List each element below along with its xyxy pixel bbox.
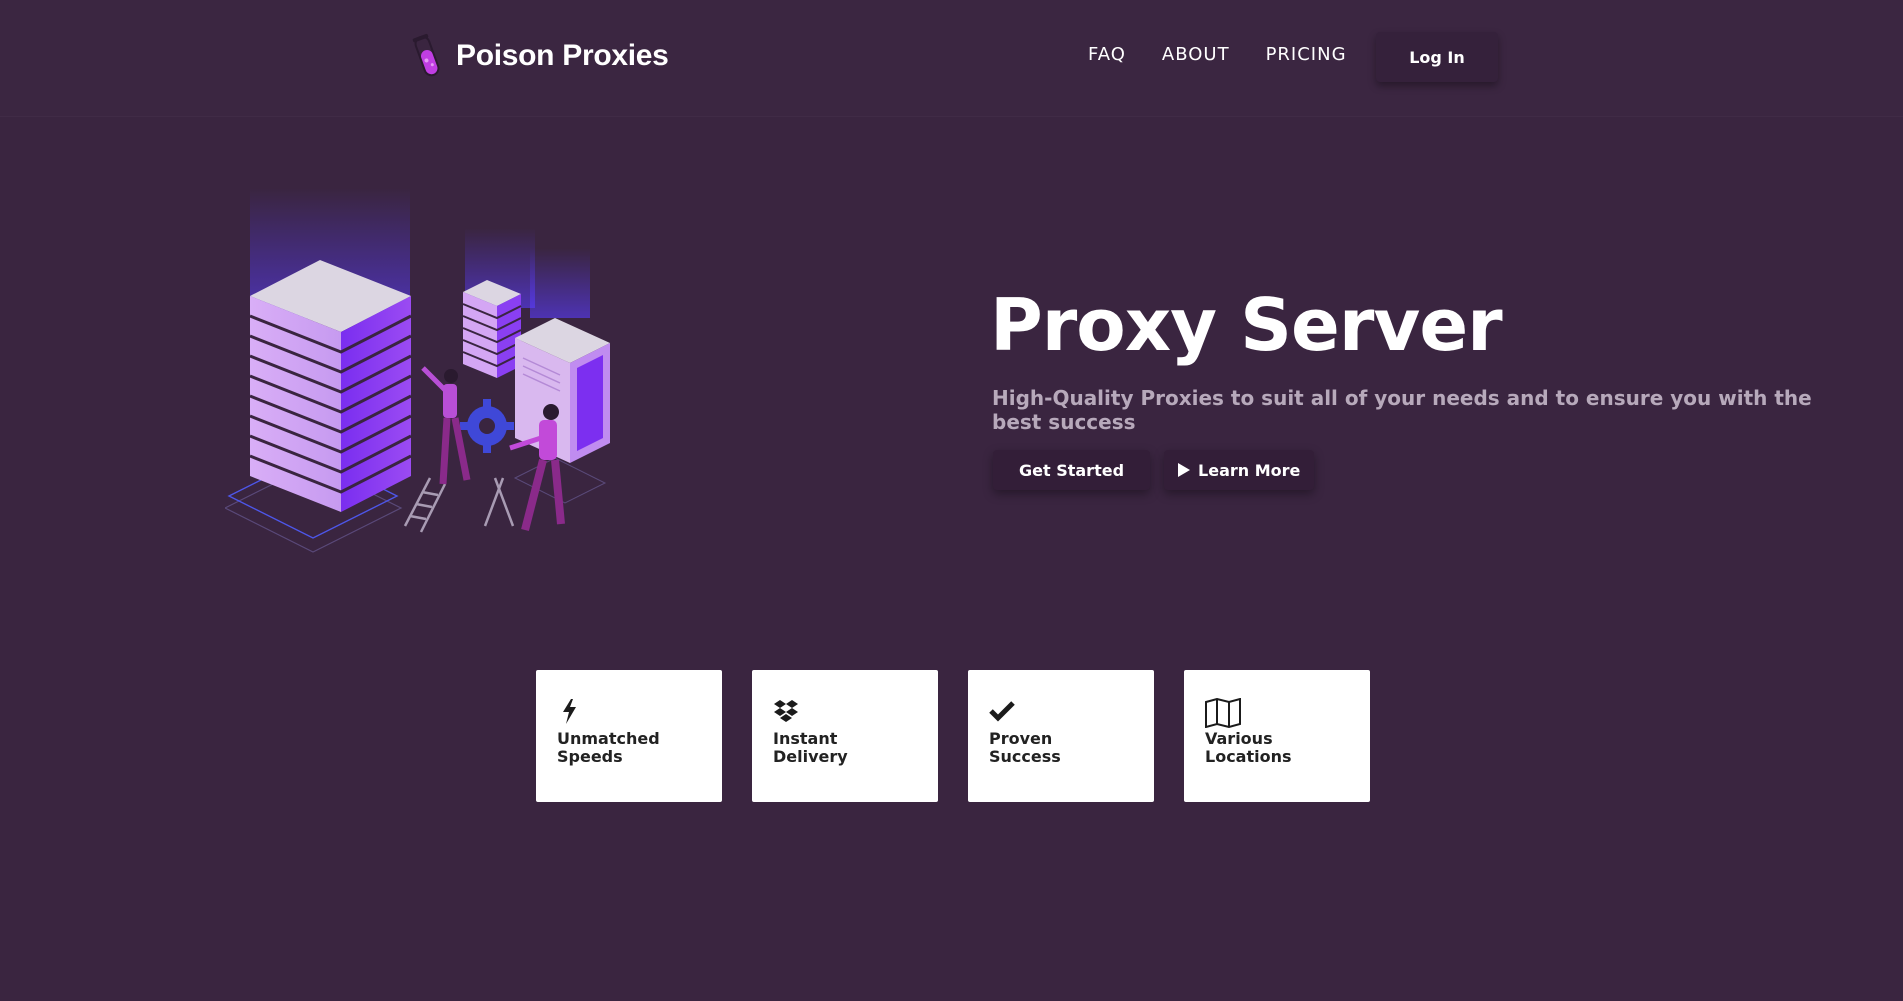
feature-label: Unmatched Speeds — [557, 729, 660, 766]
learn-more-button[interactable]: Learn More — [1164, 450, 1315, 490]
learn-more-label: Learn More — [1198, 460, 1301, 480]
landing-page: Poison Proxies FAQ ABOUT PRICING Log In — [0, 0, 1903, 1001]
server-racks-illustration — [225, 188, 610, 553]
test-tube-icon — [412, 33, 440, 77]
map-icon — [1205, 698, 1241, 728]
dropbox-icon — [774, 700, 798, 722]
play-icon — [1178, 463, 1191, 477]
feature-card-success: Proven Success — [968, 670, 1154, 802]
feature-card-locations: Various Locations — [1184, 670, 1370, 802]
brand-link[interactable]: Poison Proxies — [410, 32, 669, 80]
hero-subtitle: High-Quality Proxies to suit all of your… — [992, 386, 1812, 434]
nav-link-faq[interactable]: FAQ — [1088, 44, 1126, 65]
get-started-button[interactable]: Get Started — [993, 450, 1151, 490]
check-icon — [989, 701, 1015, 722]
top-navbar: Poison Proxies FAQ ABOUT PRICING Log In — [0, 0, 1903, 116]
login-button[interactable]: Log In — [1376, 32, 1498, 82]
nav-links: FAQ ABOUT PRICING — [1088, 44, 1383, 65]
feature-label: Various Locations — [1205, 729, 1292, 766]
brand-name: Poison Proxies — [456, 39, 669, 72]
nav-link-about[interactable]: ABOUT — [1162, 44, 1230, 65]
feature-label: Proven Success — [989, 729, 1061, 766]
feature-card-speeds: Unmatched Speeds — [536, 670, 722, 802]
features-row: Unmatched Speeds Instant Delivery Proven… — [536, 670, 1370, 802]
bolt-icon — [563, 699, 576, 724]
nav-link-pricing[interactable]: PRICING — [1266, 44, 1347, 65]
feature-card-delivery: Instant Delivery — [752, 670, 938, 802]
feature-label: Instant Delivery — [773, 729, 848, 766]
get-started-label: Get Started — [1019, 460, 1125, 480]
hero-actions: Get Started Learn More — [993, 450, 1315, 490]
hero-title: Proxy Server — [990, 283, 1503, 367]
